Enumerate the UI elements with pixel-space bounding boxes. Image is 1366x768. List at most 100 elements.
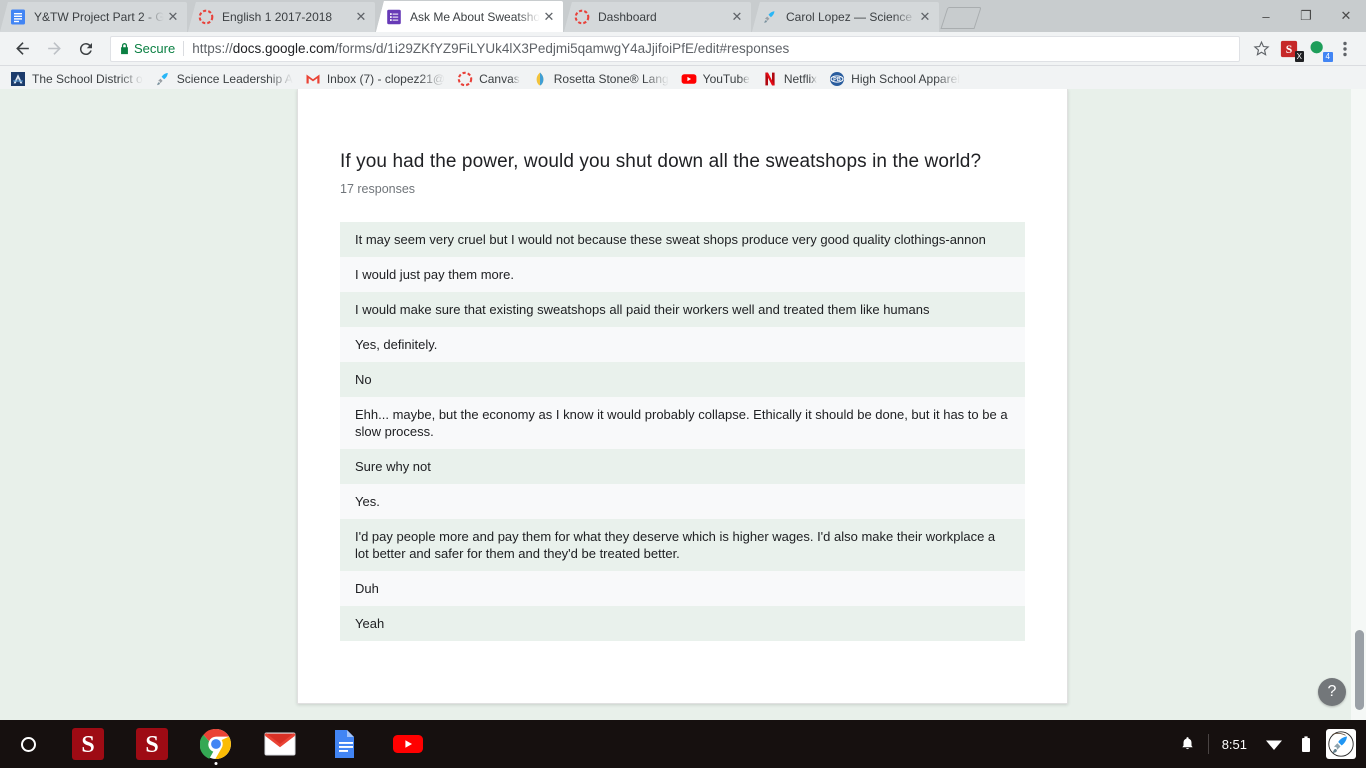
url-scheme: https:// — [192, 41, 233, 56]
svg-text:S: S — [81, 732, 94, 758]
reload-icon[interactable] — [72, 35, 100, 63]
address-bar[interactable]: Secure https://docs.google.com/forms/d/1… — [110, 35, 1240, 62]
profile-status-icon[interactable]: 4 — [1304, 36, 1333, 62]
tab-strip: Y&TW Project Part 2 - Go ✕ English 1 201… — [0, 0, 1366, 32]
tab-separator — [939, 9, 940, 26]
tab-title: Ask Me About Sweatsho — [410, 9, 541, 24]
google-docs-icon — [10, 9, 26, 25]
shelf-app-gmail[interactable] — [248, 720, 312, 768]
maximize-button[interactable]: ❐ — [1286, 0, 1326, 32]
school-district-icon — [10, 71, 26, 87]
bookmark-canvas[interactable]: Canvas — [453, 68, 528, 90]
tab-close-icon[interactable]: ✕ — [729, 9, 745, 25]
responses-list: It may seem very cruel but I would not b… — [340, 222, 1025, 641]
shelf-app-google-docs[interactable] — [312, 720, 376, 768]
help-button[interactable]: ? — [1318, 678, 1346, 706]
response-count-label: 17 responses — [340, 182, 416, 196]
list-item: It may seem very cruel but I would not b… — [340, 222, 1025, 257]
browser-tab-4[interactable]: Carol Lopez — Science L ✕ — [752, 2, 939, 32]
svg-text:S: S — [1286, 43, 1293, 56]
tab-close-icon[interactable]: ✕ — [165, 9, 181, 25]
list-item: No — [340, 362, 1025, 397]
extension-badge: X — [1294, 50, 1304, 62]
bookmark-label: Inbox (7) - clopez21@ — [326, 71, 446, 86]
tab-close-icon[interactable]: ✕ — [541, 9, 557, 25]
wifi-icon — [1266, 740, 1282, 750]
bookmark-netflix[interactable]: Netflix — [758, 68, 825, 90]
form-responses-card: If you had the power, would you shut dow… — [297, 89, 1068, 704]
close-window-button[interactable]: ✕ — [1326, 0, 1366, 32]
bookmark-label: High School Apparel — [851, 71, 960, 86]
bell-icon — [1182, 737, 1193, 750]
netflix-icon — [762, 71, 778, 87]
battery-button[interactable] — [1292, 720, 1320, 768]
list-item: Yes. — [340, 484, 1025, 519]
list-item: I'd pay people more and pay them for wha… — [340, 519, 1025, 571]
launcher-circle-icon — [20, 736, 36, 752]
shelf-app-chrome[interactable] — [184, 720, 248, 768]
three-dot-menu-icon[interactable] — [1332, 36, 1358, 62]
tab-title: Dashboard — [598, 10, 657, 24]
url-path: /forms/d/1i29ZKfYZ9FiLYUk4lX3Pedjmi5qamw… — [334, 41, 790, 56]
tab-close-icon[interactable]: ✕ — [353, 9, 369, 25]
tab-close-icon[interactable]: ✕ — [917, 9, 933, 25]
forward-arrow-icon[interactable] — [40, 35, 68, 63]
rosetta-stone-icon — [532, 71, 548, 87]
bookmark-label: Rosetta Stone® Lang — [553, 71, 669, 86]
bookmark-the-school-district[interactable]: The School District o — [6, 68, 151, 90]
browser-tab-0[interactable]: Y&TW Project Part 2 - Go ✕ — [0, 2, 187, 32]
apparel-icon: PB — [829, 71, 845, 87]
status-divider — [1207, 734, 1209, 754]
bookmark-youtube[interactable]: YouTube — [677, 68, 758, 90]
gmail-icon — [305, 71, 321, 87]
avatar[interactable] — [1326, 729, 1356, 759]
shelf-app-s-red-2[interactable]: S — [120, 720, 184, 768]
list-item: Yeah — [340, 606, 1025, 641]
wifi-button[interactable] — [1256, 720, 1292, 768]
tab-separator — [751, 9, 752, 26]
shelf-app-s-red-1[interactable]: S — [56, 720, 120, 768]
window-controls: – ❐ ✕ — [1246, 0, 1366, 32]
bookmark-rosetta-stone[interactable]: Rosetta Stone® Lang — [528, 68, 677, 90]
svg-text:S: S — [145, 732, 158, 758]
card-inner: If you had the power, would you shut dow… — [298, 89, 1067, 641]
scrollbar-thumb[interactable] — [1355, 630, 1364, 710]
bookmark-inbox-gmail[interactable]: Inbox (7) - clopez21@ — [301, 68, 453, 90]
running-indicator — [214, 762, 218, 765]
shelf-app-youtube[interactable] — [376, 720, 440, 768]
canvas-icon — [574, 9, 590, 25]
bookmark-label: Netflix — [783, 71, 818, 86]
star-icon[interactable] — [1248, 36, 1274, 62]
list-item: Yes, definitely. — [340, 327, 1025, 362]
taskbar: S S 8:51 — [0, 720, 1366, 768]
browser-tab-1[interactable]: English 1 2017-2018 ✕ — [188, 2, 375, 32]
browser-tab-2[interactable]: Ask Me About Sweatsho ✕ — [376, 1, 563, 32]
svg-text:PB: PB — [833, 77, 841, 83]
bookmark-science-leadership[interactable]: Science Leadership A — [151, 68, 301, 90]
page-viewport: If you had the power, would you shut dow… — [0, 89, 1366, 720]
battery-icon — [1302, 735, 1310, 752]
canvas-icon — [198, 9, 214, 25]
url-text: https://docs.google.com/forms/d/1i29ZKfY… — [192, 41, 789, 56]
launcher-button[interactable] — [0, 736, 56, 752]
minimize-button[interactable]: – — [1246, 0, 1286, 32]
security-label: Secure — [134, 41, 176, 56]
status-area: 8:51 — [1171, 720, 1366, 768]
bookmark-label: Canvas — [479, 71, 520, 86]
page-title: If you had the power, would you shut dow… — [340, 151, 982, 172]
extension-s-icon[interactable]: S X — [1276, 36, 1304, 62]
notification-button[interactable] — [1171, 720, 1204, 768]
youtube-icon — [681, 71, 697, 87]
clock[interactable]: 8:51 — [1213, 720, 1256, 768]
new-tab-button[interactable] — [940, 7, 982, 29]
clock-label: 8:51 — [1221, 736, 1247, 752]
rocket-icon — [155, 71, 171, 87]
rocket-icon — [762, 9, 778, 25]
tab-title: English 1 2017-2018 — [222, 10, 333, 24]
page-scrollbar[interactable] — [1351, 89, 1366, 720]
back-arrow-icon[interactable] — [8, 35, 36, 63]
browser-tab-3[interactable]: Dashboard ✕ — [564, 2, 751, 32]
lock-icon — [119, 43, 129, 55]
list-item: I would just pay them more. — [340, 257, 1025, 292]
bookmark-high-school-apparel[interactable]: PB High School Apparel — [825, 68, 968, 90]
